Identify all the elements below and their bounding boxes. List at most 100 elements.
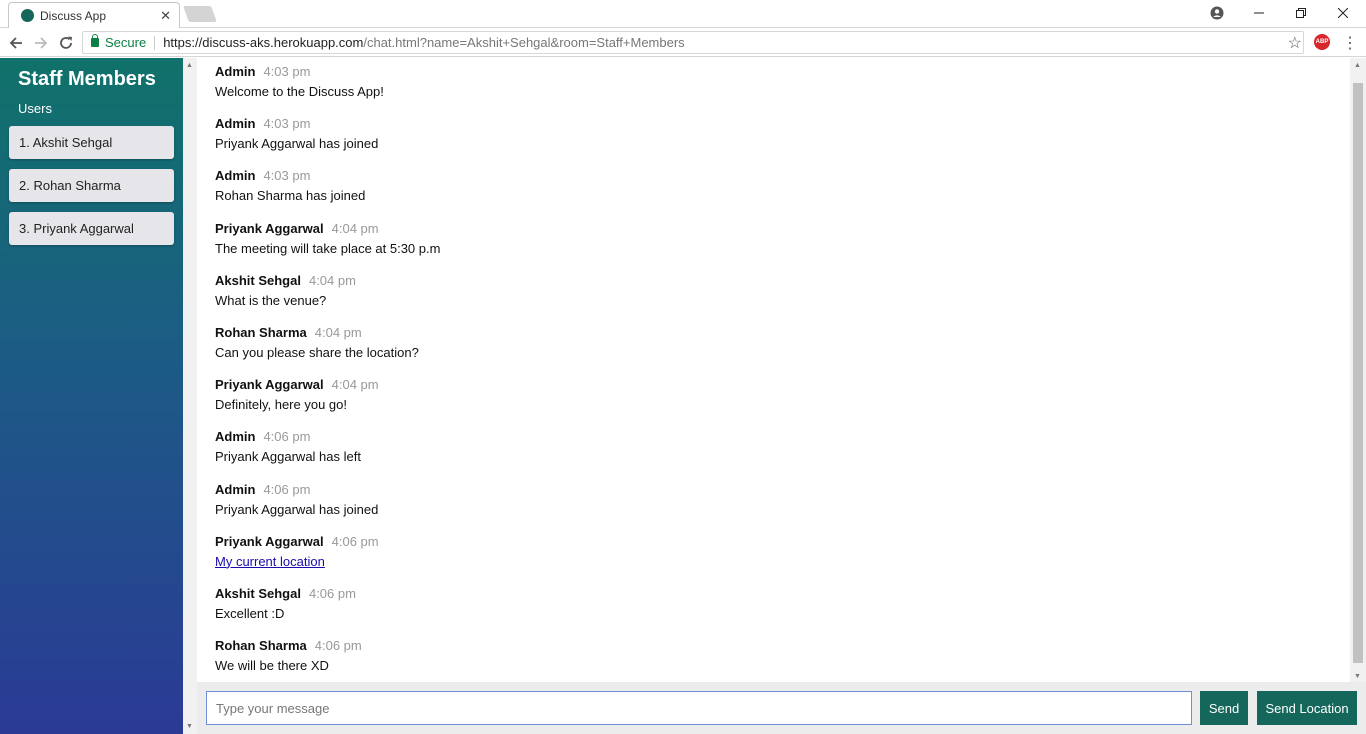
message-author: Admin bbox=[215, 481, 256, 497]
close-window-icon[interactable] bbox=[1322, 0, 1364, 26]
message-body: Definitely, here you go! bbox=[215, 397, 347, 413]
bookmark-star-icon[interactable]: ☆ bbox=[1288, 33, 1302, 53]
send-button[interactable]: Send bbox=[1200, 691, 1248, 725]
room-title: Staff Members bbox=[18, 68, 156, 90]
lock-icon bbox=[91, 34, 99, 47]
message-header: Akshit Sehgal 4:04 pm bbox=[215, 271, 1335, 291]
message-header: Priyank Aggarwal 4:04 pm bbox=[215, 375, 1335, 395]
message-header: Akshit Sehgal 4:06 pm bbox=[215, 584, 1335, 604]
scroll-up-icon[interactable]: ▲ bbox=[186, 62, 193, 69]
message-body: Priyank Aggarwal has joined bbox=[215, 501, 379, 517]
reload-icon[interactable] bbox=[55, 32, 77, 54]
scroll-up-icon[interactable]: ▲ bbox=[1354, 62, 1361, 69]
forward-icon[interactable] bbox=[30, 32, 52, 54]
message-timestamp: 4:06 pm bbox=[331, 533, 379, 549]
message-header: Admin 4:06 pm bbox=[215, 427, 1335, 447]
message-author: Admin bbox=[215, 429, 256, 445]
message-author: Admin bbox=[215, 64, 256, 79]
message-body: The meeting will take place at 5:30 p.m bbox=[215, 240, 441, 256]
message-timestamp: 4:06 pm bbox=[263, 481, 311, 497]
secure-label: Secure bbox=[105, 35, 147, 50]
message-author: Admin bbox=[215, 168, 256, 184]
message-body: Priyank Aggarwal has left bbox=[215, 449, 361, 465]
message-author: Priyank Aggarwal bbox=[215, 377, 324, 393]
message-item: Admin 4:03 pm Welcome to the Discuss App! bbox=[215, 62, 1335, 114]
message-timestamp: 4:04 pm bbox=[331, 220, 379, 236]
message-item: Rohan Sharma 4:04 pm Can you please share … bbox=[215, 323, 1335, 375]
scroll-down-icon[interactable]: ▼ bbox=[1354, 673, 1361, 680]
message-timestamp: 4:03 pm bbox=[263, 64, 311, 79]
scroll-down-icon[interactable]: ▼ bbox=[186, 723, 193, 730]
message-author: Rohan Sharma bbox=[215, 638, 307, 654]
menu-kebab-icon[interactable]: ⋮ bbox=[1342, 33, 1358, 53]
user-list-item[interactable]: 3. Priyank Aggarwal bbox=[9, 212, 174, 245]
message-item: Admin 4:06 pm Priyank Aggarwal has joined bbox=[215, 480, 1335, 532]
adblock-icon[interactable]: ABP bbox=[1314, 34, 1330, 50]
message-timestamp: 4:03 pm bbox=[263, 116, 311, 132]
message-timestamp: 4:04 pm bbox=[331, 377, 379, 393]
message-item: Rohan Sharma 4:06 pm We will be there XD bbox=[215, 636, 1335, 688]
message-timestamp: 4:06 pm bbox=[263, 429, 311, 445]
message-item: Admin 4:03 pm Rohan Sharma has joined bbox=[215, 166, 1335, 218]
message-list: Admin 4:03 pm Welcome to the Discuss App! A… bbox=[215, 62, 1335, 688]
message-header: Priyank Aggarwal 4:06 pm bbox=[215, 532, 1335, 552]
url-host: https://discuss-aks.herokuapp.com bbox=[163, 35, 364, 50]
user-list: 1. Akshit Sehgal 2. Rohan Sharma 3. Priyan… bbox=[9, 126, 174, 245]
chat-panel: ▲ ▼ Admin 4:03 pm Welcome to the Discuss A… bbox=[183, 58, 1366, 734]
message-input[interactable] bbox=[206, 691, 1192, 725]
back-icon[interactable] bbox=[5, 32, 27, 54]
message-author: Rohan Sharma bbox=[215, 324, 307, 340]
message-timestamp: 4:04 pm bbox=[308, 272, 356, 288]
message-body: My current location bbox=[215, 552, 1335, 572]
message-body: What is the venue? bbox=[215, 292, 327, 308]
message-body: Priyank Aggarwal has joined bbox=[215, 136, 379, 152]
message-item: Akshit Sehgal 4:04 pm What is the venue? bbox=[215, 271, 1335, 323]
message-header: Admin 4:03 pm bbox=[215, 166, 1335, 186]
message-body: We will be there XD bbox=[215, 658, 329, 674]
message-timestamp: 4:06 pm bbox=[314, 638, 362, 654]
minimize-icon[interactable] bbox=[1238, 0, 1280, 26]
send-location-button[interactable]: Send Location bbox=[1257, 691, 1357, 725]
tab-close-icon[interactable]: ✕ bbox=[160, 8, 171, 24]
message-header: Admin 4:03 pm bbox=[215, 114, 1335, 134]
url-path: /chat.html?name=Akshit+Sehgal&room=Staff… bbox=[363, 35, 685, 50]
browser-toolbar: Secure https://discuss-aks.herokuapp.com… bbox=[0, 28, 1366, 57]
message-author: Priyank Aggarwal bbox=[215, 220, 324, 236]
message-item: Priyank Aggarwal 4:04 pm The meeting will … bbox=[215, 219, 1335, 271]
message-body: Can you please share the location? bbox=[215, 344, 419, 360]
message-body: Rohan Sharma has joined bbox=[215, 188, 366, 204]
messages-scrollbar[interactable]: ▲ ▼ bbox=[1350, 58, 1366, 682]
restore-icon[interactable] bbox=[1280, 0, 1322, 26]
message-item: Priyank Aggarwal 4:06 pm My current locati… bbox=[215, 532, 1335, 584]
users-heading: Users bbox=[18, 101, 52, 116]
message-item: Priyank Aggarwal 4:04 pm Definitely, here … bbox=[215, 375, 1335, 427]
user-list-item[interactable]: 2. Rohan Sharma bbox=[9, 169, 174, 202]
message-header: Rohan Sharma 4:04 pm bbox=[215, 323, 1335, 343]
message-timestamp: 4:04 pm bbox=[314, 324, 362, 340]
sidebar-scrollbar[interactable]: ▲ ▼ bbox=[183, 58, 197, 734]
sidebar: Staff Members Users 1. Akshit Sehgal 2. R… bbox=[0, 58, 183, 734]
message-timestamp: 4:06 pm bbox=[308, 585, 356, 601]
message-author: Priyank Aggarwal bbox=[215, 533, 324, 549]
tab-title: Discuss App bbox=[40, 8, 107, 23]
address-bar[interactable]: Secure https://discuss-aks.herokuapp.com… bbox=[82, 31, 1304, 54]
browser-tab[interactable]: Discuss App ✕ bbox=[8, 2, 180, 28]
message-author: Admin bbox=[215, 116, 256, 132]
scrollbar-thumb[interactable] bbox=[1353, 83, 1363, 663]
divider bbox=[154, 35, 156, 50]
message-header: Admin 4:06 pm bbox=[215, 480, 1335, 500]
message-body: Excellent :D bbox=[215, 605, 285, 621]
message-body: Welcome to the Discuss App! bbox=[215, 84, 384, 99]
new-tab-button[interactable] bbox=[183, 6, 217, 22]
message-timestamp: 4:03 pm bbox=[263, 168, 311, 184]
message-composer: Send Send Location bbox=[197, 682, 1366, 734]
message-item: Admin 4:06 pm Priyank Aggarwal has left bbox=[215, 427, 1335, 479]
message-item: Admin 4:03 pm Priyank Aggarwal has joined bbox=[215, 114, 1335, 166]
location-link[interactable]: My current location bbox=[215, 554, 325, 569]
message-header: Priyank Aggarwal 4:04 pm bbox=[215, 219, 1335, 239]
message-author: Akshit Sehgal bbox=[215, 585, 301, 601]
app-favicon-icon bbox=[21, 9, 34, 22]
user-list-item[interactable]: 1. Akshit Sehgal bbox=[9, 126, 174, 159]
profile-icon[interactable] bbox=[1196, 0, 1238, 26]
browser-tab-bar: Discuss App ✕ bbox=[0, 0, 1366, 28]
